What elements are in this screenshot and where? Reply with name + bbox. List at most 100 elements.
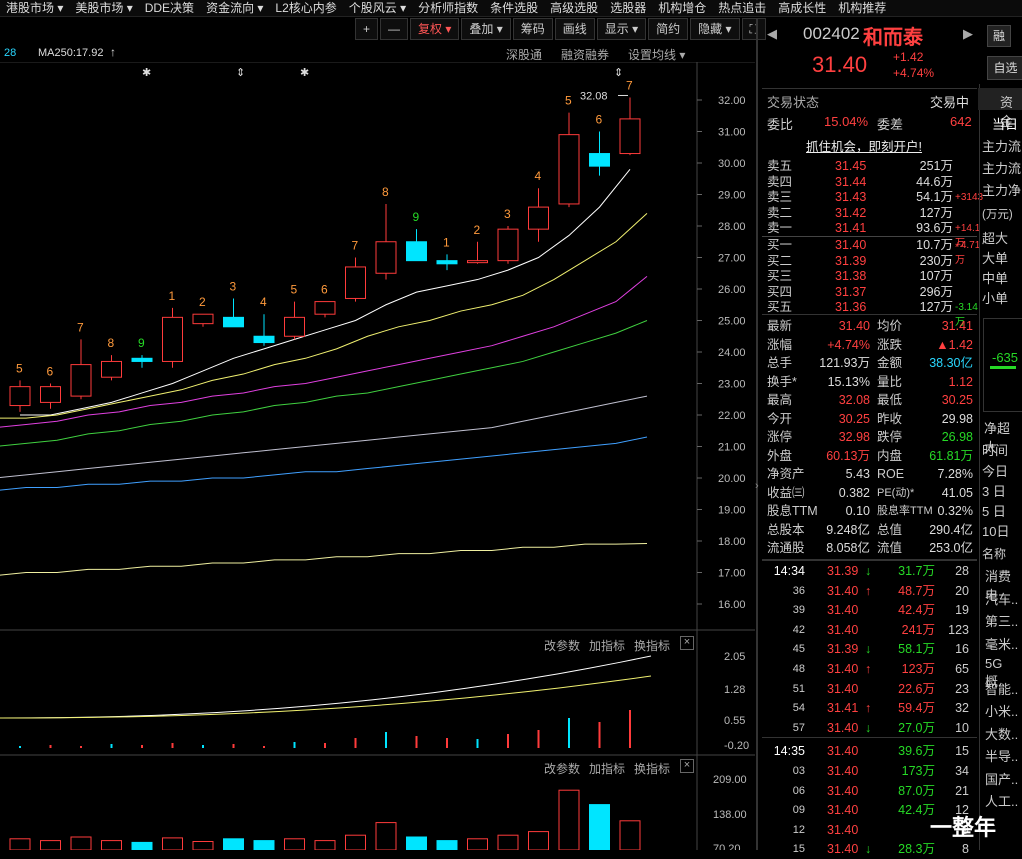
concept-item[interactable]: 人工.. xyxy=(985,791,1018,810)
volume-bar xyxy=(131,841,153,850)
kline-chart[interactable]: 32.00 31.00 30.00 29.00 28.00 27.00 26.00 25.00… xyxy=(0,62,755,850)
menu-item[interactable]: 机构推荐 xyxy=(832,0,892,16)
tick-row[interactable]: 57 31.40 ↓ 27.0万 10 xyxy=(765,719,973,738)
simple-button[interactable]: 简约 xyxy=(648,18,689,40)
menu-item[interactable]: 个股风云 ▾ xyxy=(343,0,412,16)
concept-item[interactable]: 大数.. xyxy=(985,724,1018,743)
stat-value: 31.40 xyxy=(838,319,870,333)
tick-price: 31.40 xyxy=(827,720,859,735)
menu-item[interactable]: 资金流向 ▾ xyxy=(200,0,269,16)
tick-row[interactable]: 48 31.40 ↑ 123万 65 xyxy=(765,660,973,679)
fuquan-dropdown[interactable]: 复权 ▾ xyxy=(410,18,460,40)
collapse-arrow-icon[interactable]: › xyxy=(755,480,759,492)
asks-row[interactable]: 卖三 31.43 54.1万 +3143 xyxy=(767,190,983,205)
menu-item[interactable]: L2核心内参 xyxy=(269,0,342,16)
menu-item[interactable]: 热点追击 xyxy=(712,0,772,16)
day-10[interactable]: 10日 xyxy=(982,521,1009,540)
bids-label: 买二 xyxy=(767,253,793,268)
overlay-dropdown[interactable]: 叠加 ▾ xyxy=(461,18,511,40)
stat-label: PE(动)* xyxy=(877,486,915,499)
stat-label: 今开 xyxy=(767,411,793,426)
menu-item[interactable]: 条件选股 xyxy=(484,0,544,16)
menu-item[interactable]: 高成长性 xyxy=(772,0,832,16)
day-3[interactable]: 3 日 xyxy=(982,481,1006,500)
tick-row[interactable]: 54 31.41 ↑ 59.4万 32 xyxy=(765,699,973,718)
today-tab[interactable]: 当日 xyxy=(992,114,1018,133)
tick-row[interactable]: 51 31.40 22.6万 23 xyxy=(765,680,973,699)
sub1-params-button[interactable]: 改参数 xyxy=(544,637,580,654)
prev-stock-icon[interactable]: ◀ xyxy=(767,26,777,42)
stat-cell: 总股本 9.248亿 xyxy=(767,522,870,539)
concept-item[interactable]: 毫米.. xyxy=(985,634,1018,653)
zoom-in-button[interactable]: + xyxy=(355,18,379,40)
stat-cell: 最高 32.08 xyxy=(767,392,870,409)
bids-row[interactable]: 买三 31.38 107万 xyxy=(767,269,975,284)
asks-row[interactable]: 卖四 31.44 44.6万 xyxy=(767,175,975,190)
volume-bar xyxy=(253,840,275,850)
zoom-out-button[interactable]: — xyxy=(380,18,409,40)
watchlist-button[interactable]: 自选 xyxy=(987,56,1022,80)
asks-row[interactable]: 卖五 31.45 251万 xyxy=(767,159,975,174)
menu-item[interactable]: 分析师指数 xyxy=(412,0,484,16)
tick-row[interactable]: 14:34 31.39 ↓ 31.7万 28 xyxy=(765,562,973,581)
set-ma-dropdown[interactable]: 设置均线 ▾ xyxy=(628,46,685,63)
bids-row[interactable]: 买四 31.37 296万 xyxy=(767,285,975,300)
menu-item[interactable]: 港股市场 ▾ xyxy=(0,0,69,16)
sub2-switch-indicator-button[interactable]: 换指标 xyxy=(634,760,670,777)
day-today[interactable]: 今日 xyxy=(982,461,1008,480)
hide-dropdown[interactable]: 隐藏 ▾ xyxy=(690,18,740,40)
tick-volume: 173万 xyxy=(901,764,935,778)
tick-count: 21 xyxy=(955,783,969,798)
concept-item[interactable]: 智能.. xyxy=(985,679,1018,698)
asks-row[interactable]: 卖二 31.42 127万 xyxy=(767,206,975,221)
tick-row[interactable]: 42 31.40 241万 123 xyxy=(765,621,973,640)
concept-item[interactable]: 国产.. xyxy=(985,769,1018,788)
sub1-close-icon[interactable]: × xyxy=(680,636,694,650)
concept-item[interactable]: 小米.. xyxy=(985,701,1018,720)
concept-item[interactable]: 汽车.. xyxy=(985,589,1018,608)
tick-arrow-icon: ↑ xyxy=(865,701,872,716)
sub1-line-yellow xyxy=(0,675,652,719)
menu-item[interactable]: 美股市场 ▾ xyxy=(69,0,138,16)
tick-row[interactable]: 36 31.40 ↑ 48.7万 20 xyxy=(765,582,973,601)
tick-row[interactable]: 14:35 31.40 39.6万 15 xyxy=(765,742,973,761)
open-account-link[interactable]: 抓住机会，即刻开户! xyxy=(806,136,922,155)
bids-row[interactable]: 买五 31.36 127万 -3.14万 xyxy=(767,300,978,328)
menu-item[interactable]: 机构增仓 xyxy=(652,0,712,16)
stat-label: 净资产 xyxy=(767,467,805,481)
asks-volume: 127万 xyxy=(919,205,953,220)
divider xyxy=(762,559,977,561)
menu-item[interactable]: 高级选股 xyxy=(544,0,604,16)
margin-button[interactable]: 融 xyxy=(987,25,1011,47)
sub1-add-indicator-button[interactable]: 加指标 xyxy=(589,637,625,654)
tick-row[interactable]: 39 31.40 42.4万 19 xyxy=(765,601,973,620)
y-tick-label: 29.00 xyxy=(718,190,746,202)
asks-row[interactable]: 卖一 31.41 93.6万 +14.1万 xyxy=(767,221,980,249)
tick-row[interactable]: 45 31.39 ↓ 58.1万 16 xyxy=(765,640,973,659)
bids-row[interactable]: 买二 31.39 230万 xyxy=(767,254,975,269)
bids-row[interactable]: 买一 31.40 10.7万 +4.71万 xyxy=(767,238,980,266)
stat-value: 29.98 xyxy=(941,411,973,426)
sub2-params-button[interactable]: 改参数 xyxy=(544,760,580,777)
tick-row[interactable]: 03 31.40 173万 34 xyxy=(765,762,973,781)
menu-item[interactable]: DDE决策 xyxy=(139,0,200,16)
chips-button[interactable]: 筹码 xyxy=(512,18,553,40)
sub2-add-indicator-button[interactable]: 加指标 xyxy=(589,760,625,777)
menu-item[interactable]: 选股器 xyxy=(604,0,652,16)
sub2-close-icon[interactable]: × xyxy=(680,759,694,773)
day-5[interactable]: 5 日 xyxy=(982,501,1006,520)
shengutong-link[interactable]: 深股通 xyxy=(506,46,542,63)
concept-item[interactable]: 第三.. xyxy=(985,611,1018,630)
sub1-switch-indicator-button[interactable]: 换指标 xyxy=(634,637,670,654)
display-dropdown[interactable]: 显示 ▾ xyxy=(596,18,647,40)
stat-label: 最高 xyxy=(767,393,793,407)
margin-trading-link[interactable]: 融资融券 xyxy=(561,46,609,63)
draw-line-button[interactable]: 画线 xyxy=(554,18,595,40)
tick-price: 31.40 xyxy=(827,764,859,778)
concept-item[interactable]: 半导.. xyxy=(985,746,1018,765)
panel-divider[interactable] xyxy=(756,18,758,850)
expand-icon[interactable]: ⛶ xyxy=(741,18,766,40)
tick-row[interactable]: 06 31.40 87.0万 21 xyxy=(765,782,973,801)
y-tick-label: 25.00 xyxy=(718,316,746,328)
next-stock-icon[interactable]: ▶ xyxy=(963,26,973,42)
